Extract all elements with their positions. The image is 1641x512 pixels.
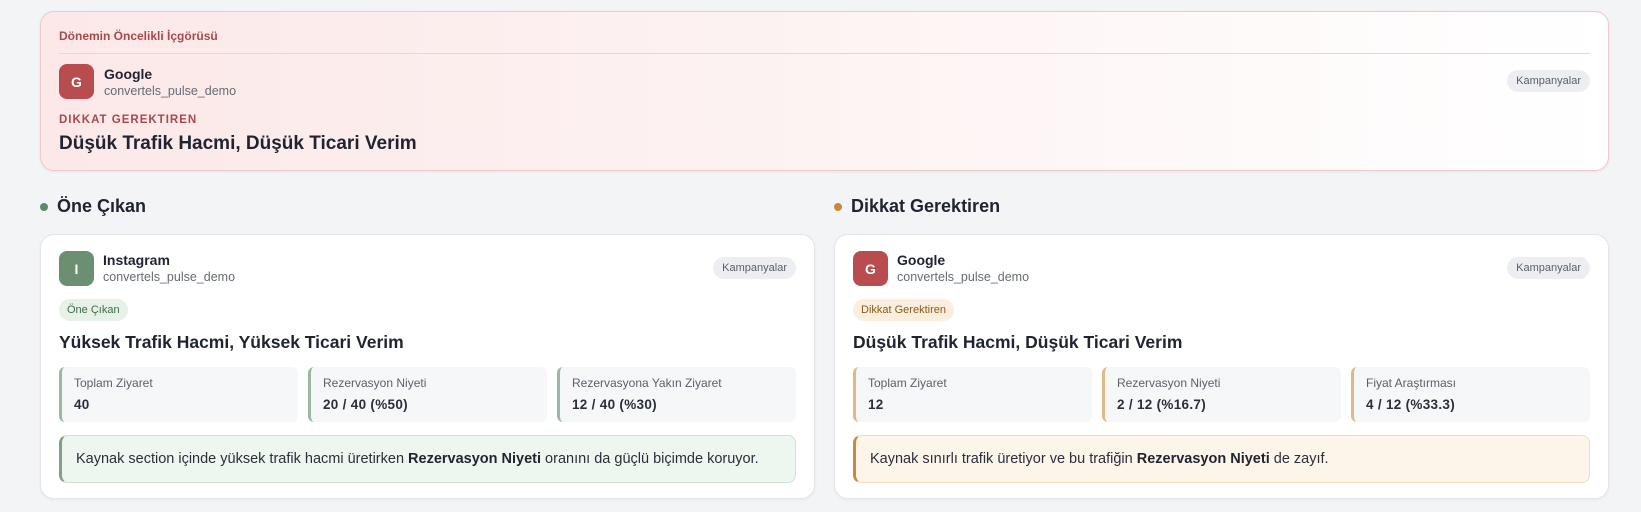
divider xyxy=(59,53,1590,54)
status-badge: Dikkat Gerektiren xyxy=(853,299,954,321)
instagram-avatar: I xyxy=(59,251,94,286)
section-title: Dikkat Gerektiren xyxy=(851,196,1001,216)
source-name: Google xyxy=(897,252,946,268)
metric-value: 12 xyxy=(868,397,884,412)
metric-booking-intent: Rezervasyon Niyeti 2 / 12 (%16.7) xyxy=(1102,367,1341,422)
note-text: de zayıf. xyxy=(1269,451,1329,467)
account-name: convertels_pulse_demo xyxy=(104,84,237,98)
account-name: convertels_pulse_demo xyxy=(897,270,1030,284)
metric-total-visits: Toplam Ziyaret 40 xyxy=(59,367,298,422)
status-badge: Öne Çıkan xyxy=(59,299,128,321)
note-text: Kaynak sınırlı trafik üretiyor ve bu tra… xyxy=(870,451,1137,467)
attention-dot-icon xyxy=(834,202,842,211)
source-name: Google xyxy=(104,66,153,82)
metric-price-research: Fiyat Araştırması 4 / 12 (%33.3) xyxy=(1351,367,1590,422)
note-emphasis: Rezervasyon Niyeti xyxy=(408,451,542,467)
section-title: Öne Çıkan xyxy=(57,196,147,216)
metric-value: 4 / 12 (%33.3) xyxy=(1366,397,1455,412)
metric-value: 2 / 12 (%16.7) xyxy=(1117,397,1206,412)
priority-insight-title: Dönemin Öncelikli İçgörüsü xyxy=(59,29,218,43)
insight-headline: Düşük Trafik Hacmi, Düşük Ticari Verim xyxy=(853,332,1183,352)
metric-label: Toplam Ziyaret xyxy=(868,376,947,390)
source-name: Instagram xyxy=(103,252,170,268)
metrics-row: Toplam Ziyaret 40 Rezervasyon Niyeti 20 … xyxy=(59,367,796,422)
campaigns-tag[interactable]: Kampanyalar xyxy=(713,257,796,279)
priority-insight-card: Dönemin Öncelikli İçgörüsü G Google conv… xyxy=(40,11,1609,171)
account-name: convertels_pulse_demo xyxy=(103,270,236,284)
campaigns-tag[interactable]: Kampanyalar xyxy=(1507,257,1590,279)
metrics-row: Toplam Ziyaret 12 Rezervasyon Niyeti 2 /… xyxy=(853,367,1590,422)
metric-booking-intent: Rezervasyon Niyeti 20 / 40 (%50) xyxy=(308,367,547,422)
metric-value: 40 xyxy=(74,397,90,412)
insight-headline: Düşük Trafik Hacmi, Düşük Ticari Verim xyxy=(59,133,417,154)
google-avatar: G xyxy=(59,64,94,99)
metric-label: Fiyat Araştırması xyxy=(1366,376,1457,390)
metric-label: Rezervasyon Niyeti xyxy=(1117,376,1221,390)
metric-label: Toplam Ziyaret xyxy=(74,376,153,390)
metric-label: Rezervasyona Yakın Ziyaret xyxy=(572,376,722,390)
metric-total-visits: Toplam Ziyaret 12 xyxy=(853,367,1092,422)
note-text: oranını da güçlü biçimde koruyor. xyxy=(541,451,759,467)
highlight-insight-card: I Instagram convertels_pulse_demo Kampan… xyxy=(40,234,815,499)
metric-value: 20 / 40 (%50) xyxy=(323,397,408,412)
metric-near-booking-visits: Rezervasyona Yakın Ziyaret 12 / 40 (%30) xyxy=(557,367,796,422)
insight-note: Kaynak sınırlı trafik üretiyor ve bu tra… xyxy=(853,435,1590,483)
insight-note: Kaynak section içinde yüksek trafik hacm… xyxy=(59,435,796,483)
insight-headline: Yüksek Trafik Hacmi, Yüksek Ticari Verim xyxy=(59,332,404,352)
attention-insight-card: G Google convertels_pulse_demo Kampanyal… xyxy=(834,234,1609,499)
section-header-attention: Dikkat Gerektiren xyxy=(834,196,1000,217)
note-emphasis: Rezervasyon Niyeti xyxy=(1136,451,1270,467)
note-text: Kaynak section içinde yüksek trafik hacm… xyxy=(76,451,409,467)
highlight-dot-icon xyxy=(40,202,48,211)
status-label: DIKKAT GEREKTIREN xyxy=(59,114,198,126)
campaigns-tag[interactable]: Kampanyalar xyxy=(1507,70,1590,92)
metric-value: 12 / 40 (%30) xyxy=(572,397,657,412)
google-avatar: G xyxy=(853,251,888,286)
metric-label: Rezervasyon Niyeti xyxy=(323,376,427,390)
section-header-highlight: Öne Çıkan xyxy=(40,196,146,217)
